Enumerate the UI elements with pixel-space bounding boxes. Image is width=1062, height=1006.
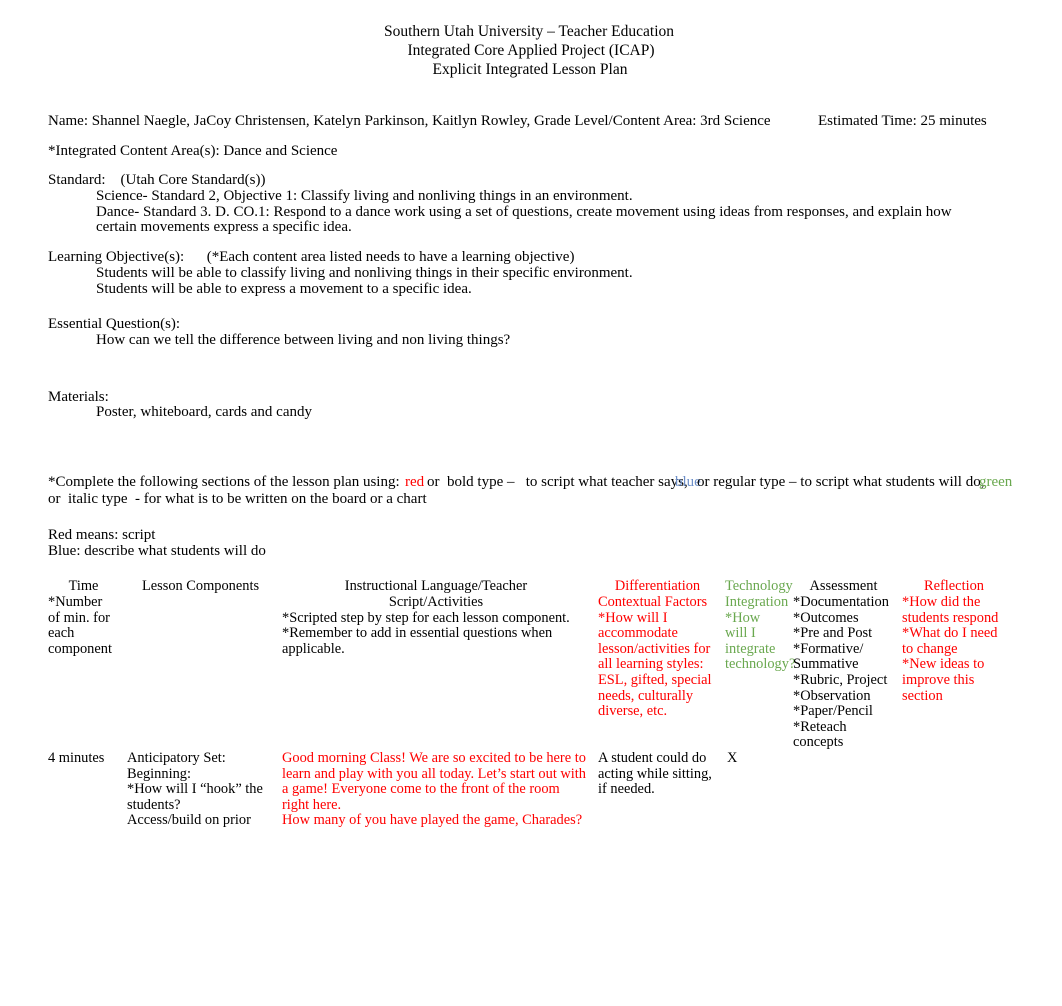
cell-reflection [902, 751, 1014, 829]
legend-red: Red means: script [48, 527, 156, 544]
document-body: Southern Utah University – Teacher Educa… [48, 22, 1014, 829]
header-technology-title-1: Technology [725, 578, 793, 595]
header-differentiation-title-2: Contextual Factors [598, 594, 708, 611]
header-instructional-title-1: Instructional Language/Teacher [344, 578, 528, 595]
cell-differentiation: A student could do acting while sitting,… [598, 749, 725, 829]
learning-objectives-section: Learning Objective(s): (*Each content ar… [48, 249, 1014, 297]
header-technology-note-1: *How will I integrate technology? [725, 609, 796, 673]
header-cell-lesson-components: Lesson Components [127, 579, 282, 751]
header-assessment-note-7: *Paper/Pencil [793, 703, 873, 720]
row-component-line-1: Anticipatory Set: [127, 749, 226, 766]
header-time-line-2: of min. for [48, 609, 110, 626]
document-title: Southern Utah University – Teacher Educa… [48, 22, 1014, 80]
cell-technology: X [725, 749, 793, 829]
header-assessment-title: Assessment [809, 578, 878, 595]
header-cell-technology: Technology Integration *How will I integ… [725, 578, 796, 751]
row-technology-marker: X [727, 749, 738, 766]
legend-blue: Blue: describe what students will do [48, 543, 266, 560]
integrated-content-areas-label: *Integrated Content Area(s): Dance and S… [48, 142, 338, 159]
header-assessment-note-8: *Reteach concepts [793, 718, 847, 751]
table-row: 4 minutes Anticipatory Set: Beginning: *… [48, 749, 1014, 829]
cell-lesson-components: Anticipatory Set: Beginning: *How will I… [127, 749, 282, 829]
field-grade-level: Grade Level/Content Area: 3rd Science [534, 112, 771, 129]
color-word-red: red [405, 474, 425, 491]
header-assessment-note-2: *Outcomes [793, 609, 859, 626]
lesson-plan-table: Time *Number of min. for each component … [48, 579, 1014, 829]
row-component-line-2: Beginning: [127, 765, 191, 782]
header-differentiation-note-2: ESL, gifted, special needs, culturally d… [598, 672, 712, 720]
header-lesson-components-title: Lesson Components [141, 578, 260, 595]
header-assessment-note-5: *Rubric, Project [793, 672, 888, 689]
title-line-3: Explicit Integrated Lesson Plan [432, 61, 628, 79]
header-assessment-note-1: *Documentation [793, 594, 889, 611]
integrated-content-areas: *Integrated Content Area(s): Dance and S… [48, 142, 1014, 160]
field-estimated-time: Estimated Time: 25 minutes [818, 112, 987, 129]
row-script-paragraph-1: Good morning Class! We are so excited to… [282, 749, 587, 813]
header-differentiation-note-1: *How will I accommodate lesson/activitie… [598, 609, 711, 673]
standard-item-dance: Dance- Standard 3. D. CO.1: Respond to a… [96, 203, 952, 236]
color-instruction-part-b: or bold type – to script what teacher sa… [427, 474, 688, 491]
cell-time: 4 minutes [48, 749, 127, 829]
row-component-line-4: Access/build on prior [127, 812, 251, 829]
header-assessment-note-4: *Formative/ Summative [793, 640, 864, 673]
row-differentiation-text: A student could do acting while sitting,… [598, 749, 712, 798]
header-time-line-1: *Number [48, 594, 103, 611]
table-header-row: Time *Number of min. for each component … [48, 579, 1014, 751]
header-differentiation-title-1: Differentiation [614, 578, 701, 595]
header-assessment-note-6: *Observation [793, 687, 871, 704]
header-fields-row: Name: Shannel Naegle, JaCoy Christensen,… [48, 113, 1014, 130]
header-instructional-note-1: *Scripted step by step for each lesson c… [282, 609, 570, 626]
color-instruction-line-1: *Complete the following sections of the … [48, 474, 1014, 491]
header-time-line-4: component [48, 640, 112, 657]
title-line-1: Southern Utah University – Teacher Educa… [383, 23, 675, 40]
header-technology-title-2: Integration [725, 594, 789, 611]
header-time-title: Time [68, 578, 99, 595]
cell-assessment [793, 751, 902, 829]
color-instruction-line-2: or italic type - for what is to be writt… [48, 491, 427, 508]
header-instructional-title-2: Script/Activities [388, 594, 484, 611]
header-assessment-note-3: *Pre and Post [793, 625, 873, 642]
header-reflection-note-2: *What do I need to change [902, 625, 998, 657]
header-cell-reflection: Reflection *How did the students respond… [902, 579, 1014, 751]
header-cell-instructional: Instructional Language/Teacher Script/Ac… [282, 579, 598, 751]
row-script-paragraph-2: How many of you have played the game, Ch… [282, 812, 583, 829]
header-reflection-note-1: *How did the students respond [902, 594, 999, 626]
materials-section: Materials: Poster, whiteboard, cards and… [48, 388, 1014, 421]
row-component-line-3: *How will I “hook” the students? [127, 781, 263, 813]
learning-objectives-label: Learning Objective(s): (*Each content ar… [48, 249, 575, 266]
learning-objective-1: Students will be able to classify living… [96, 264, 633, 281]
header-cell-assessment: Assessment *Documentation *Outcomes *Pre… [793, 579, 902, 751]
document-page: Southern Utah University – Teacher Educa… [0, 0, 1062, 1006]
essential-questions-label: Essential Question(s): [48, 316, 181, 333]
row-time-value: 4 minutes [48, 749, 105, 766]
standard-section: Standard: (Utah Core Standard(s)) Scienc… [48, 172, 1014, 236]
header-reflection-title: Reflection [924, 578, 984, 595]
color-legend: Red means: script Blue: describe what st… [48, 527, 1014, 559]
materials-label: Materials: [48, 388, 109, 405]
materials-item-1: Poster, whiteboard, cards and candy [96, 404, 312, 421]
learning-objective-2: Students will be able to express a movem… [96, 280, 472, 297]
essential-question-1: How can we tell the difference between l… [96, 331, 511, 348]
header-time-line-3: each [48, 625, 75, 642]
color-code-instructions: *Complete the following sections of the … [48, 474, 1014, 507]
standard-label: Standard: (Utah Core Standard(s)) [48, 172, 266, 189]
standard-item-science: Science- Standard 2, Objective 1: Classi… [96, 188, 633, 205]
header-cell-differentiation: Differentiation Contextual Factors *How … [598, 579, 725, 751]
color-instruction-part-a: *Complete the following sections of the … [48, 474, 400, 491]
header-reflection-note-3: *New ideas to improve this section [902, 656, 985, 704]
title-line-2: Integrated Core Applied Project (ICAP) [407, 42, 655, 60]
cell-instructional-script: Good morning Class! We are so excited to… [282, 749, 598, 829]
essential-questions-section: Essential Question(s): How can we tell t… [48, 316, 1014, 348]
field-name: Name: Shannel Naegle, JaCoy Christensen,… [48, 112, 531, 129]
color-instruction-part-c: or regular type – to script what student… [697, 474, 985, 491]
color-word-green: green [979, 474, 1013, 491]
header-cell-time: Time *Number of min. for each component [48, 579, 127, 751]
header-instructional-note-2: *Remember to add in essential questions … [282, 625, 553, 657]
